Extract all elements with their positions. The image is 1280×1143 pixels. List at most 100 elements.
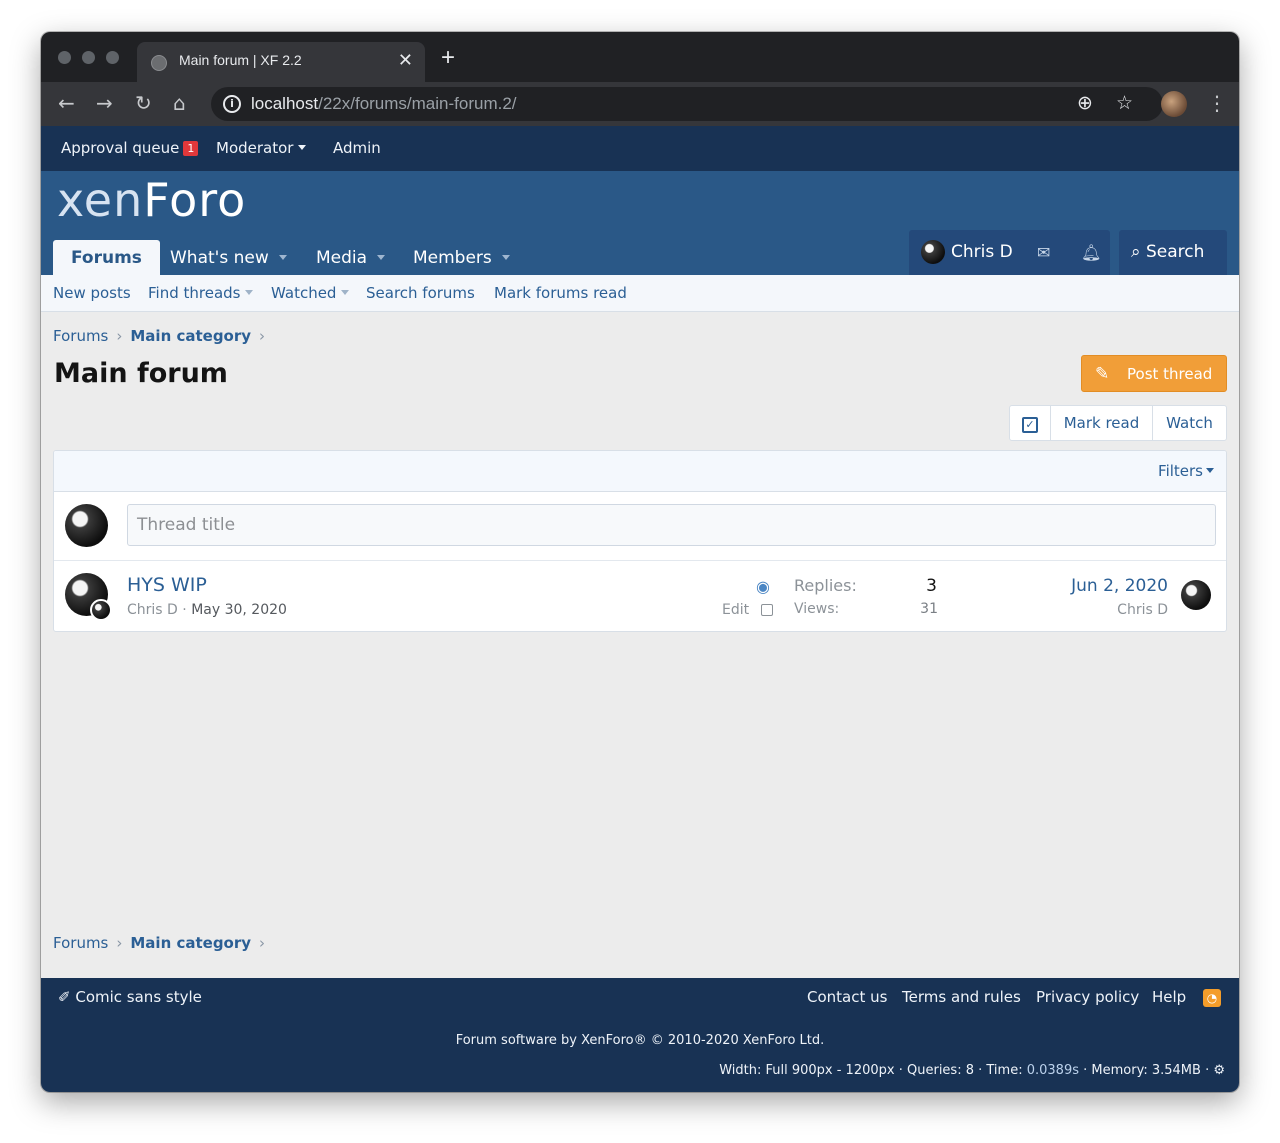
menu-icon[interactable]: ⋮ — [1207, 92, 1227, 114]
chevron-right-icon: › — [259, 327, 266, 345]
filters-menu[interactable]: Filters — [1158, 462, 1214, 480]
thread-author-link[interactable]: Chris D — [127, 602, 178, 618]
chevron-right-icon: › — [116, 934, 123, 952]
breadcrumb: Forums › Main category › — [53, 327, 273, 345]
watched-link[interactable]: Watched — [271, 284, 350, 302]
chevron-right-icon: › — [116, 327, 123, 345]
moderator-menu[interactable]: Moderator — [216, 139, 307, 157]
inbox-icon[interactable]: ✉ — [1037, 243, 1050, 262]
breadcrumb-main-category[interactable]: Main category — [130, 327, 251, 345]
quick-thread-row: Thread title — [54, 492, 1226, 561]
nav-tab-forums[interactable]: Forums — [53, 240, 160, 275]
caret-down-icon — [341, 290, 350, 295]
caret-down-icon — [245, 290, 254, 295]
home-icon[interactable]: ⌂ — [173, 91, 186, 115]
replies-label: Replies: — [794, 576, 857, 595]
filter-bar: Filters — [54, 451, 1226, 492]
thread-title-link[interactable]: HYS WIP — [127, 574, 207, 596]
new-posts-link[interactable]: New posts — [53, 284, 131, 302]
breadcrumb-bottom: Forums › Main category › — [53, 934, 273, 952]
caret-down-icon — [298, 145, 307, 150]
page-title: Main forum — [54, 358, 228, 389]
edit-icon: ✎ — [1095, 364, 1110, 384]
new-tab-icon[interactable]: + — [441, 46, 455, 70]
thread-select-checkbox[interactable] — [761, 604, 773, 616]
thread-list: Filters Thread title HYS WIP Chris D · M… — [53, 450, 1227, 632]
checkbox-icon: ✓ — [1022, 417, 1038, 433]
caret-down-icon[interactable] — [278, 255, 287, 260]
sub-nav: New posts Find threads Watched Search fo… — [41, 275, 1239, 312]
tab-strip: Main forum | XF 2.2 ✕ + — [41, 32, 1239, 82]
edit-label: Edit — [722, 602, 750, 618]
browser-toolbar: ← → ↻ ⌂ i localhost/22x/forums/main-foru… — [41, 82, 1239, 126]
views-count: 31 — [920, 601, 938, 617]
chevron-right-icon: › — [259, 934, 266, 952]
terms-link[interactable]: Terms and rules — [902, 988, 1021, 1006]
profile-avatar[interactable] — [1161, 91, 1187, 117]
mark-forums-read-link[interactable]: Mark forums read — [494, 284, 627, 302]
site-header: xenForo Forums What's new Media Members … — [41, 171, 1239, 275]
caret-down-icon[interactable] — [377, 255, 386, 260]
privacy-link[interactable]: Privacy policy — [1036, 988, 1139, 1006]
mark-read-button[interactable]: Mark read — [1051, 406, 1153, 440]
breadcrumb-main-category[interactable]: Main category — [130, 934, 251, 952]
url-text[interactable]: localhost/22x/forums/main-forum.2/ — [251, 94, 517, 114]
last-poster-avatar[interactable] — [1181, 580, 1211, 610]
last-post-user[interactable]: Chris D — [1117, 602, 1168, 618]
find-threads-link[interactable]: Find threads — [148, 284, 254, 302]
post-thread-button[interactable]: ✎ Post thread — [1081, 355, 1227, 392]
contact-us-link[interactable]: Contact us — [807, 988, 887, 1006]
copyright: Forum software by XenForo® © 2010-2020 X… — [455, 1033, 825, 1048]
user-avatar[interactable] — [65, 504, 108, 547]
last-poster-mini-avatar[interactable] — [90, 599, 112, 621]
nav-tab-members[interactable]: Members — [413, 240, 510, 275]
thread-title-input[interactable]: Thread title — [127, 504, 1216, 546]
style-chooser-link[interactable]: ✐ Comic sans style — [58, 988, 202, 1006]
user-name[interactable]: Chris D — [951, 242, 1013, 262]
approval-queue-link[interactable]: Approval queue 1 — [61, 139, 199, 157]
search-button[interactable]: ⌕ Search — [1119, 230, 1227, 275]
reload-icon[interactable]: ↻ — [135, 91, 152, 115]
help-link[interactable]: Help — [1152, 988, 1186, 1006]
globe-icon — [151, 55, 167, 71]
search-icon: ⌕ — [1131, 242, 1141, 262]
caret-down-icon — [1206, 468, 1214, 473]
star-icon[interactable]: ☆ — [1116, 92, 1133, 114]
back-icon[interactable]: ← — [58, 91, 75, 115]
nav-tab-whats-new[interactable]: What's new — [170, 240, 287, 275]
gear-icon[interactable]: ⚙ — [1213, 1063, 1225, 1078]
last-post-date[interactable]: Jun 2, 2020 — [1071, 576, 1168, 596]
browser-tab[interactable]: Main forum | XF 2.2 ✕ — [137, 42, 425, 82]
site-logo[interactable]: xenForo — [57, 173, 246, 227]
nav-tab-media[interactable]: Media — [316, 240, 386, 275]
replies-count: 3 — [926, 576, 937, 596]
user-avatar[interactable] — [921, 240, 945, 264]
close-tab-icon[interactable]: ✕ — [398, 50, 413, 71]
maximize-window-button[interactable] — [106, 51, 119, 64]
admin-link[interactable]: Admin — [333, 139, 381, 157]
forward-icon[interactable]: → — [96, 91, 113, 115]
minimize-window-button[interactable] — [82, 51, 95, 64]
close-window-button[interactable] — [58, 51, 71, 64]
bell-icon[interactable]: 🔔︎ — [1081, 243, 1101, 262]
forum-actions: ✓ Mark read Watch — [1009, 405, 1227, 441]
staff-bar: Approval queue 1 Moderator Admin — [41, 126, 1239, 171]
views-label: Views: — [794, 601, 840, 617]
add-page-icon[interactable]: ⊕ — [1077, 92, 1093, 114]
browser-window: Main forum | XF 2.2 ✕ + ← → ↻ ⌂ i localh… — [41, 32, 1239, 1092]
forum-page: Approval queue 1 Moderator Admin xenForo … — [41, 126, 1239, 1092]
breadcrumb-forums[interactable]: Forums — [53, 934, 108, 952]
watch-button[interactable]: Watch — [1153, 406, 1226, 440]
site-footer: ✐ Comic sans style Contact us Terms and … — [41, 978, 1239, 1092]
breadcrumb-forums[interactable]: Forums — [53, 327, 108, 345]
thread-item: HYS WIP Chris D · May 30, 2020 ◉ Edit Re… — [54, 561, 1226, 631]
thread-start-date[interactable]: May 30, 2020 — [191, 602, 287, 618]
tab-title: Main forum | XF 2.2 — [179, 52, 302, 68]
caret-down-icon[interactable] — [501, 255, 510, 260]
rss-icon[interactable]: ◔ — [1203, 989, 1221, 1007]
select-threads-button[interactable]: ✓ — [1010, 406, 1051, 440]
address-bar[interactable]: i localhost/22x/forums/main-forum.2/ ⊕ ☆ — [211, 87, 1163, 121]
search-forums-link[interactable]: Search forums — [366, 284, 475, 302]
debug-info: Width: Full 900px - 1200px · Queries: 8 … — [719, 1063, 1225, 1078]
info-icon[interactable]: i — [223, 95, 241, 113]
